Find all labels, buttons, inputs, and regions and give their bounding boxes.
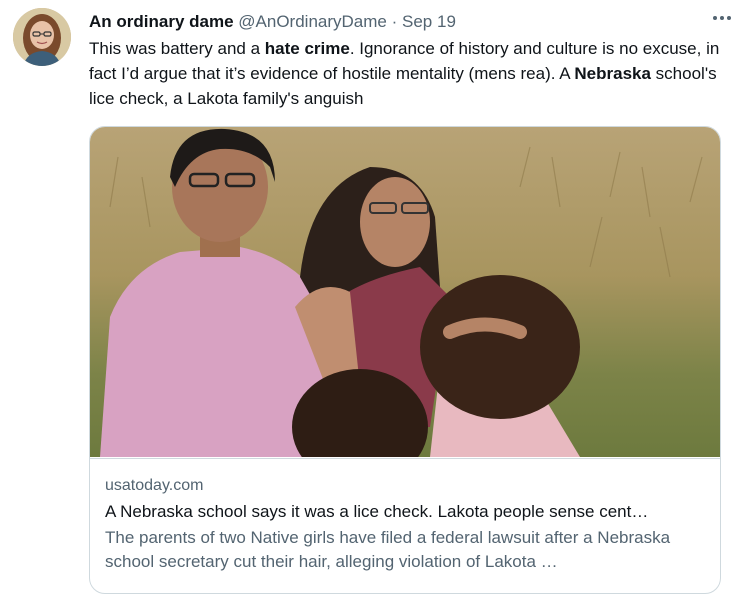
tweet-text: This was battery and a hate crime. Ignor… [89,36,729,111]
card-domain: usatoday.com [105,477,204,494]
card-info[interactable]: usatoday.com A Nebraska school says it w… [90,458,720,593]
card-title: A Nebraska school says it was a lice che… [105,502,649,521]
avatar-image [13,8,71,66]
tweet[interactable]: An ordinary dame @AnOrdinaryDame · Sep 1… [0,0,740,602]
tweet-date[interactable]: Sep 19 [402,12,456,31]
card-description: The parents of two Native girls have fil… [105,528,671,571]
avatar[interactable] [13,8,71,66]
tweet-header: An ordinary dame @AnOrdinaryDame · Sep 1… [89,10,726,34]
more-horizontal-icon[interactable] [708,8,736,28]
link-card[interactable]: usatoday.com A Nebraska school says it w… [89,126,721,594]
tweet-text-bold: Nebraska [574,64,651,83]
author-name[interactable]: An ordinary dame [89,12,234,31]
card-image [90,127,720,457]
author-handle[interactable]: @AnOrdinaryDame [238,12,387,31]
separator: · [391,12,398,31]
tweet-text-part: This was battery and a [89,39,265,58]
tweet-text-bold: hate crime [264,39,350,58]
